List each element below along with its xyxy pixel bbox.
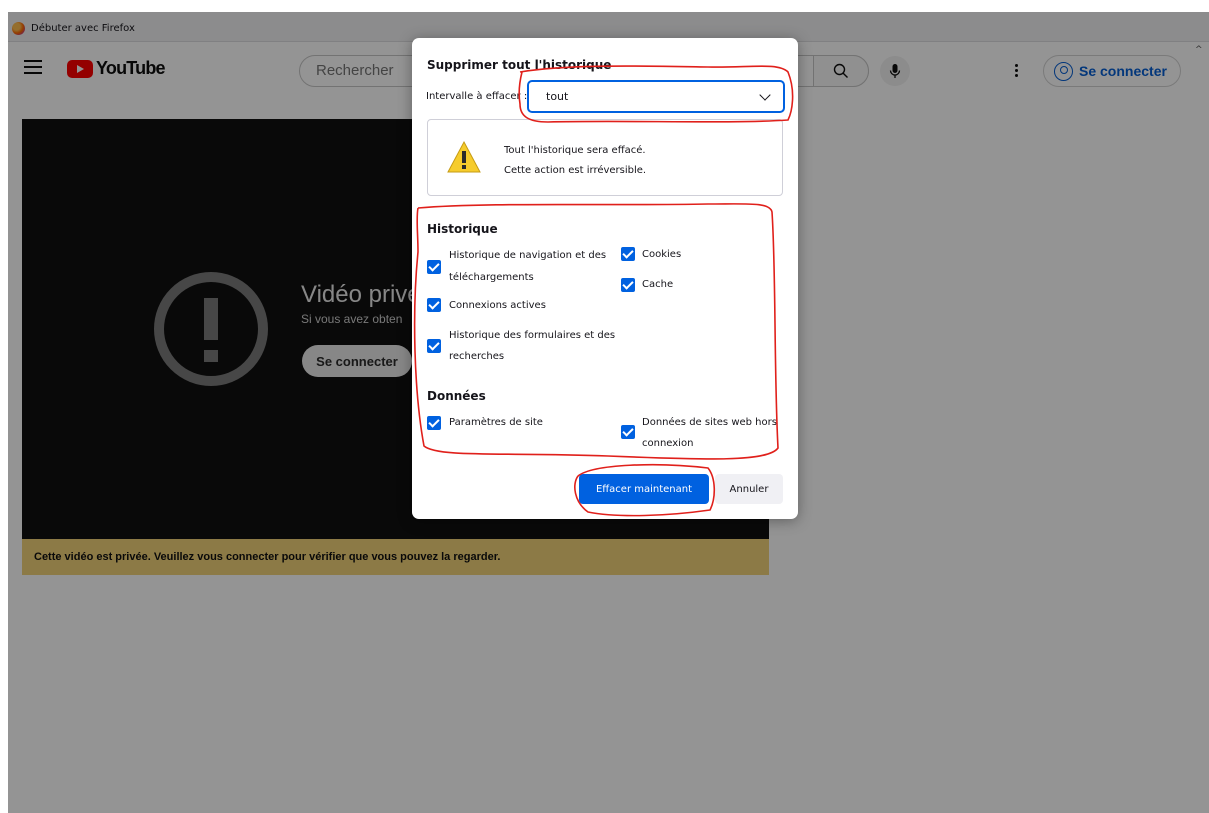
browser-window: Débuter avec Firefox YouTube Se connecte… [8,12,1209,813]
label-offline-data-2: connexion [642,438,694,449]
label-offline-data-1: Données de sites web hors [642,417,777,428]
data-heading: Données [427,389,486,403]
checkbox-form-history[interactable] [427,339,441,353]
clear-history-dialog: Supprimer tout l'historique Intervalle à… [412,38,798,519]
cancel-button[interactable]: Annuler [715,474,783,504]
history-heading: Historique [427,222,498,236]
label-cache: Cache [642,279,674,290]
range-label: Intervalle à effacer : [426,91,528,102]
label-form-history-1: Historique des formulaires et des [449,330,616,341]
label-form-history-2: recherches [449,351,505,362]
label-active-logins: Connexions actives [449,300,546,311]
label-browsing-history-1: Historique de navigation et des [449,250,607,261]
label-site-settings: Paramètres de site [449,417,543,428]
warning-line-1: Tout l'historique sera effacé. [504,145,646,156]
warning-icon [447,140,481,173]
checkbox-active-logins[interactable] [427,298,441,312]
label-cookies: Cookies [642,249,682,260]
warning-line-2: Cette action est irréversible. [504,165,647,176]
checkbox-browsing-history[interactable] [427,260,441,274]
checkbox-cookies[interactable] [621,247,635,261]
checkbox-cache[interactable] [621,278,635,292]
dialog-title: Supprimer tout l'historique [427,58,612,72]
checkbox-offline-data[interactable] [621,425,635,439]
chevron-down-icon [759,88,771,101]
time-range-value: tout [546,90,569,103]
checkbox-site-settings[interactable] [427,416,441,430]
clear-now-button[interactable]: Effacer maintenant [579,474,709,504]
label-browsing-history-2: téléchargements [449,272,534,283]
time-range-select[interactable]: tout [527,80,785,113]
warning-box: Tout l'historique sera effacé. Cette act… [427,119,783,196]
